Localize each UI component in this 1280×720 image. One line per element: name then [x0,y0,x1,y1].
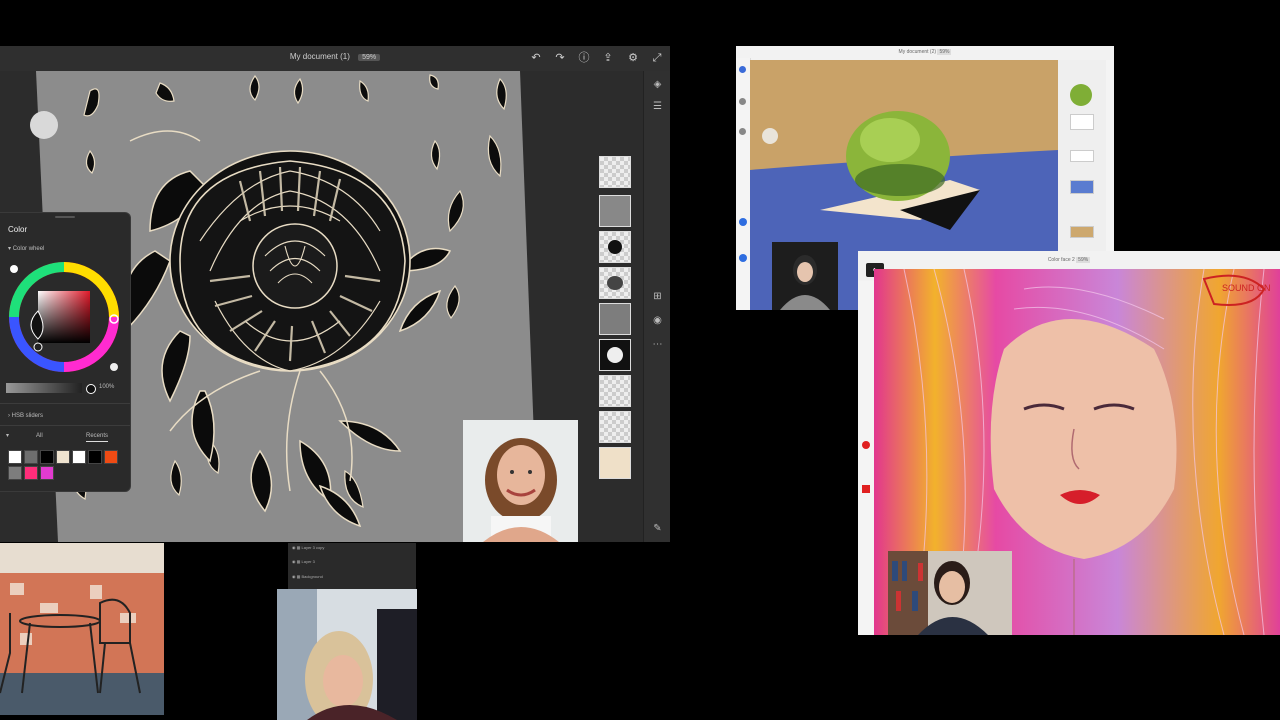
layer-name: Layer 3 [301,559,315,564]
tab-recents[interactable]: Recents [86,433,109,442]
hsb-section[interactable]: › HSB sliders [8,413,43,419]
document-title: My document (1) 59% [0,52,670,61]
left-toolbar-3 [858,281,875,635]
visibility-icon[interactable]: ◉ [650,313,665,328]
layer-row[interactable]: ◉ ▦ Background [292,574,412,579]
layer-thumbnail[interactable] [599,195,631,227]
layer-name: Layer 3 copy [301,545,325,550]
layer-thumbnail-selected[interactable] [599,231,631,263]
webcam-video-2 [0,543,164,715]
color-wheel-section[interactable]: ▾ Color wheel [8,245,44,252]
color-panel: Color ▾ Color wheel 100% › HSB sliders ▾ [0,212,131,492]
color-swatch[interactable] [40,466,54,480]
layer-thumbnail[interactable] [1070,180,1094,194]
layer-thumbnail[interactable] [599,411,631,443]
color-swatch[interactable] [40,450,54,464]
color-swatch[interactable] [8,466,22,480]
left-toolbar-2 [736,58,751,310]
help-icon[interactable]: ⓘ [577,51,591,65]
window-3-title: Color face 2 59% [858,257,1280,263]
recent-swatches [6,450,126,482]
zoom-badge: 59% [358,54,381,61]
layer-thumbnail[interactable] [599,156,631,188]
redo-icon[interactable]: ↷ [553,51,567,65]
color-wheel[interactable] [8,261,124,377]
more-icon[interactable]: ⋯ [650,337,665,352]
window-2-title-text: My document (2) [898,49,937,55]
divider [0,403,130,404]
opacity-value: 100% [99,384,115,390]
color-swatch[interactable] [24,466,38,480]
window-3-zoom: 59% [1076,257,1091,263]
opacity-handle[interactable] [86,384,96,394]
layer-thumbnail[interactable] [1070,84,1092,106]
secondary-color-chip[interactable] [110,363,118,371]
layer-thumbnail[interactable] [1070,226,1094,238]
pencil-icon[interactable]: ✎ [650,521,665,536]
color-swatch[interactable] [24,450,38,464]
settings-icon[interactable]: ⚙ [626,51,640,65]
layer-name: Background [301,574,323,579]
color-chip[interactable] [862,441,870,449]
color-chip[interactable] [862,485,870,493]
primary-color-chip[interactable] [10,265,18,273]
window-2-zoom: 59% [937,49,952,55]
color-swatch[interactable] [72,450,86,464]
webcam-video-3 [277,589,417,720]
webcam-video-5 [888,551,1012,635]
handwritten-note: SOUND ON [1222,283,1271,293]
document-title-text: My document (1) [289,52,350,61]
collapse-icon[interactable]: ▾ [6,432,9,439]
share-icon[interactable]: ⇪ [601,51,615,65]
layer-thumbnail[interactable] [599,267,631,299]
right-toolbar: ◈ ☰ ⊞ ◉ ⋯ ✎ [643,71,670,542]
layer-row[interactable]: ◉ ▦ Layer 3 copy [292,545,412,550]
layer-thumbnail-background[interactable] [599,447,631,479]
title-bar: My document (1) 59% ↶ ↷ ⓘ ⇪ ⚙ ⤢ [0,46,670,72]
layer-thumbnail[interactable] [599,303,631,335]
layer-thumbnail[interactable] [1070,114,1094,130]
color-swatch[interactable] [88,450,102,464]
window-3-title-text: Color face 2 [1047,257,1075,263]
divider [0,425,130,426]
undo-icon[interactable]: ↶ [529,51,543,65]
fullscreen-icon[interactable]: ⤢ [650,51,664,65]
hsb-label: HSB sliders [11,413,44,419]
panel-grabber[interactable] [55,216,75,218]
tool-icon[interactable] [739,128,746,135]
adjust-icon[interactable]: ☰ [650,99,665,114]
layers-icon[interactable]: ◈ [650,77,665,92]
layer-row[interactable]: ◉ ▦ Layer 3 [292,559,412,564]
layer-thumbnail[interactable] [1070,150,1094,162]
webcam-video-4 [772,242,838,310]
color-swatch[interactable] [104,450,118,464]
layer-thumbnail[interactable] [599,375,631,407]
tool-icon[interactable] [739,98,746,105]
opacity-slider[interactable] [6,383,82,393]
tab-all[interactable]: All [36,433,43,439]
window-2-title: My document (2) 59% [736,49,1114,55]
layers-panel-small: ◉ ▦ Layer 3 copy ◉ ▦ Layer 3 ◉ ▦ Backgro… [288,543,416,589]
color-chip[interactable] [739,254,747,262]
webcam-video-1 [463,420,578,542]
add-layer-icon[interactable]: ⊞ [650,289,665,304]
color-chip[interactable] [739,218,747,226]
color-swatch[interactable] [56,450,70,464]
tool-icon[interactable] [739,66,746,73]
color-panel-title: Color [8,225,28,234]
color-swatch[interactable] [8,450,22,464]
app-window-3: Color face 2 59% ◐ [858,251,1280,635]
color-wheel-label: Color wheel [12,246,45,252]
main-app-window: My document (1) 59% ↶ ↷ ⓘ ⇪ ⚙ ⤢ ◈ ☰ ⊞ ◉ … [0,46,670,542]
layer-thumbnail[interactable] [599,339,631,371]
